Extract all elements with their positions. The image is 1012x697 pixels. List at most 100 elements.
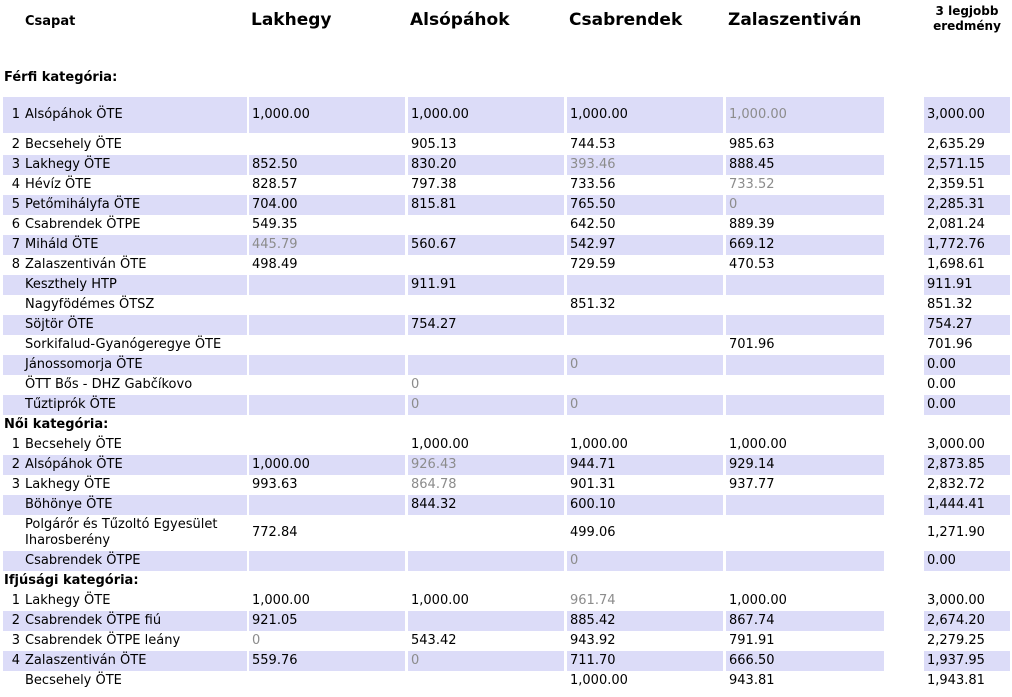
table-row: 1 Lakhegy ÖTE 1,000.00 1,000.00 961.74 1,000.… [0,591,1012,611]
score-cell [408,355,564,375]
score-cell [249,315,405,335]
score-cell: 711.70 [567,651,723,671]
rank-cell: 3 [3,155,23,175]
score-cell [408,611,564,631]
score-cell: 549.35 [252,217,298,232]
score-cell: 905.13 [411,137,457,152]
score-cell [249,135,405,155]
score-cell: 1,000.00 [729,437,787,452]
rank-cell [3,315,23,335]
score-cell: 0 [408,395,564,415]
table-row: 5 Petőmihályfa ÖTE 704.00 815.81 765.50 0 2,28… [0,195,1012,215]
team-name-cell: Lakhegy ÖTE [25,593,111,608]
team-name-cell: Jánossomorja ÖTE [22,355,247,375]
table-row: 3 Lakhegy ÖTE 852.50 830.20 393.46 888.45 2,57… [0,155,1012,175]
table-row: 8 Zalaszentiván ÖTE 498.49 729.59 470.53 1,69… [0,255,1012,275]
score-cell: 1,000.00 [249,97,405,133]
score-cell: 393.46 [567,155,723,175]
team-name-cell: Söjtör ÖTE [22,315,247,335]
rank-cell: 6 [11,217,20,232]
score-cell: 943.81 [729,673,775,688]
score-cell: 867.74 [726,611,884,631]
team-name-cell: Petőmihályfa ÖTE [22,195,247,215]
best-three-cell: 851.32 [927,297,973,312]
rank-cell: 3 [11,477,20,492]
team-name-cell: ÖTT Bős - DHZ Gabčíkovo [25,377,193,392]
header-location-alsopahok: Alsópáhok [410,10,510,30]
score-cell: 666.50 [726,651,884,671]
score-cell: 542.97 [567,235,723,255]
score-cell: 852.50 [249,155,405,175]
score-cell [726,295,884,315]
score-cell [726,395,884,415]
table-row: Becsehely ÖTE 1,000.00 943.81 1,943.81 [0,671,1012,691]
score-cell [249,551,405,571]
team-name-cell: Sorkifalud-Gyanógeregye ÖTE [25,337,222,352]
score-cell: 929.14 [726,455,884,475]
score-cell: 701.96 [729,337,775,352]
score-cell: 797.38 [411,177,457,192]
rank-cell [3,275,23,295]
score-cell: 791.91 [729,633,775,648]
table-row: 6 Csabrendek ÖTPE 549.35 642.50 889.39 2,081.… [0,215,1012,235]
best-three-cell: 1,943.81 [927,673,985,688]
best-three-cell: 2,285.31 [924,195,1010,215]
rank-cell: 1 [11,437,20,452]
best-three-cell: 911.91 [924,275,1010,295]
rank-cell: 2 [3,611,23,631]
best-three-cell: 0.00 [924,395,1010,415]
table-row: Tűztiprók ÖTE 0 0 0.00 [0,395,1012,415]
header-team: Csapat [25,14,76,29]
team-name-cell: Lakhegy ÖTE [25,477,111,492]
team-name-cell: Lakhegy ÖTE [22,155,247,175]
score-cell: 911.91 [408,275,564,295]
score-cell: 1,000.00 [570,437,628,452]
score-cell [726,375,884,395]
table-row: Keszthely HTP 911.91 911.91 [0,275,1012,295]
score-cell: 937.77 [729,477,775,492]
table-row: Söjtör ÖTE 754.27 754.27 [0,315,1012,335]
best-three-cell: 2,674.20 [924,611,1010,631]
best-three-cell: 1,772.76 [924,235,1010,255]
score-cell: 1,000.00 [408,97,564,133]
rank-cell: 7 [3,235,23,255]
score-cell: 1,000.00 [252,593,310,608]
score-cell: 943.92 [570,633,616,648]
score-cell: 543.42 [411,633,457,648]
table-row: 3 Csabrendek ÖTPE leány 0 543.42 943.92 791.9… [0,631,1012,651]
table-row: Polgárőr és Tűzoltó Egyesület Iharosberé… [0,515,1012,551]
table-row: Sorkifalud-Gyanógeregye ÖTE 701.96 701.96 [0,335,1012,355]
category-title: Ifjúsági kategória: [4,573,139,588]
score-cell: 961.74 [570,593,616,608]
rank-cell [3,335,23,355]
rank-cell [3,395,23,415]
rank-cell: 1 [3,97,23,133]
table-row: 4 Hévíz ÖTE 828.57 797.38 733.56 733.52 2,359.… [0,175,1012,195]
header-best-line2: eredmény [933,19,1001,33]
category-title: Női kategória: [4,417,109,432]
score-cell [567,335,723,355]
team-name-cell: Böhönye ÖTE [22,495,247,515]
score-cell [567,315,723,335]
best-three-cell: 2,873.85 [924,455,1010,475]
score-cell: 889.39 [729,217,775,232]
score-cell [726,315,884,335]
score-cell: 669.12 [726,235,884,255]
score-cell: 830.20 [408,155,564,175]
score-cell [249,275,405,295]
score-cell: 0 [726,195,884,215]
team-name-cell: Becsehely ÖTE [25,673,122,688]
score-cell: 851.32 [570,297,616,312]
score-cell [249,295,405,315]
score-cell [408,515,564,551]
score-cell [408,551,564,571]
score-cell: 0 [567,395,723,415]
best-three-cell: 1,937.95 [924,651,1010,671]
score-cell: 0 [411,377,420,392]
score-cell: 729.59 [570,257,616,272]
score-cell: 844.32 [408,495,564,515]
best-three-cell: 0.00 [927,377,956,392]
rank-cell: 5 [3,195,23,215]
score-cell: 560.67 [408,235,564,255]
score-cell: 888.45 [726,155,884,175]
